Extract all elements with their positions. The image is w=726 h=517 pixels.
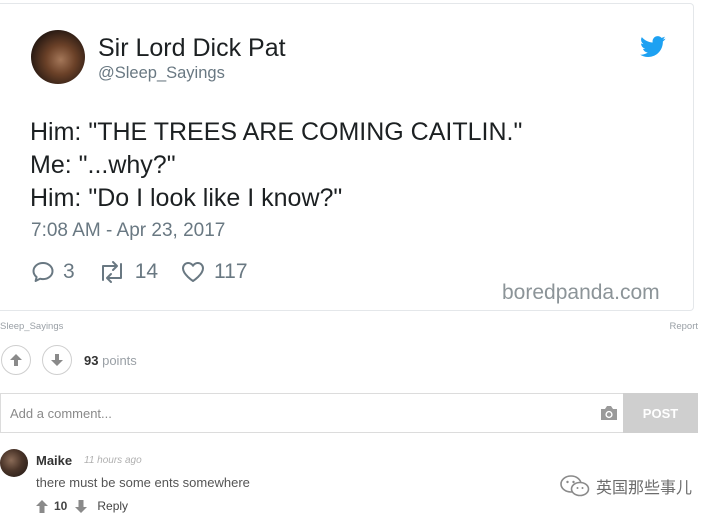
like-stat[interactable]: 117 bbox=[180, 260, 248, 284]
retweet-icon bbox=[101, 261, 122, 283]
twitter-bird-icon[interactable] bbox=[640, 36, 666, 58]
comment-author[interactable]: Maike bbox=[36, 453, 72, 468]
tweet-avatar[interactable] bbox=[31, 30, 85, 84]
heart-icon bbox=[182, 262, 205, 282]
tweet-line: Him: "Do I look like I know?" bbox=[30, 184, 343, 212]
tweet-stats: 3 14 117 bbox=[31, 259, 270, 285]
post-source[interactable]: Sleep_Sayings bbox=[0, 321, 63, 332]
comment-upvote-icon[interactable] bbox=[36, 499, 48, 513]
points-label: points bbox=[102, 353, 137, 368]
tweet-timestamp[interactable]: 7:08 AM - Apr 23, 2017 bbox=[31, 220, 225, 242]
points-count: 93 points bbox=[84, 353, 137, 368]
comment-input[interactable]: Add a comment... bbox=[0, 393, 623, 433]
reply-count: 3 bbox=[63, 260, 75, 283]
reply-icon bbox=[32, 262, 54, 282]
reply-stat[interactable]: 3 bbox=[31, 260, 75, 284]
tweet-author-name[interactable]: Sir Lord Dick Pat bbox=[98, 34, 286, 63]
upvote-button[interactable] bbox=[1, 345, 31, 375]
comment-placeholder: Add a comment... bbox=[10, 406, 112, 421]
tweet-line: Me: "...why?" bbox=[30, 151, 176, 179]
arrow-down-icon bbox=[51, 354, 63, 366]
like-count: 117 bbox=[214, 260, 248, 283]
report-link[interactable]: Report bbox=[669, 321, 698, 332]
tweet-text: Him: "THE TREES ARE COMING CAITLIN." Me:… bbox=[30, 116, 522, 215]
comment-time: 11 hours ago bbox=[84, 455, 142, 466]
post-button[interactable]: POST bbox=[623, 393, 698, 433]
tweet-author-handle[interactable]: @Sleep_Sayings bbox=[98, 64, 225, 83]
comment-avatar[interactable] bbox=[0, 449, 28, 477]
reply-link[interactable]: Reply bbox=[97, 499, 128, 513]
comment-vote-count: 10 bbox=[54, 499, 68, 513]
comment-downvote-icon[interactable] bbox=[75, 499, 88, 513]
wechat-watermark: 英国那些事儿 bbox=[560, 474, 692, 498]
tweet-line: Him: "THE TREES ARE COMING CAITLIN." bbox=[30, 118, 523, 146]
comment-text: there must be some ents somewhere bbox=[36, 475, 250, 490]
wechat-account-name: 英国那些事儿 bbox=[596, 480, 693, 497]
points-value: 93 bbox=[84, 353, 99, 368]
boredpanda-watermark: boredpanda.com bbox=[502, 281, 660, 304]
retweet-count: 14 bbox=[134, 260, 159, 283]
arrow-up-icon bbox=[10, 354, 22, 366]
comment-actions: 10 Reply bbox=[36, 498, 128, 514]
wechat-icon bbox=[560, 475, 590, 497]
camera-icon[interactable] bbox=[599, 405, 619, 421]
retweet-stat[interactable]: 14 bbox=[97, 260, 158, 284]
downvote-button[interactable] bbox=[42, 345, 72, 375]
